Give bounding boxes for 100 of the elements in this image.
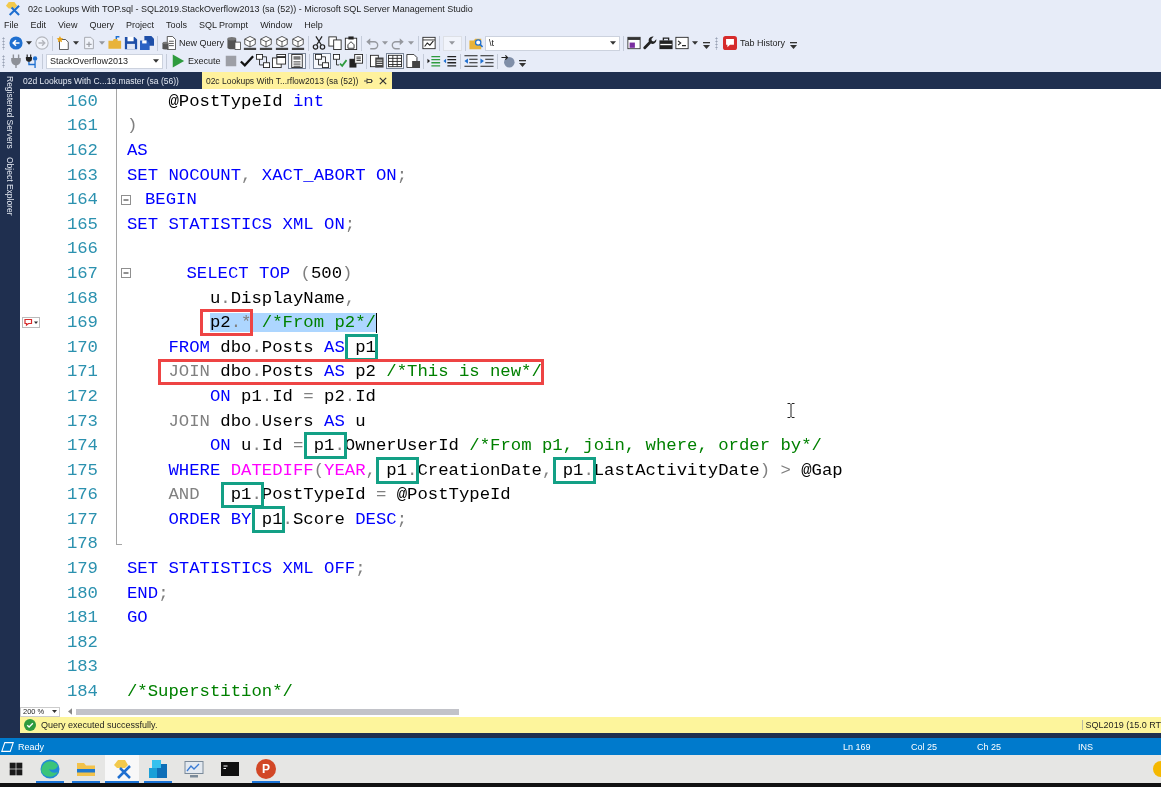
- caret-icon[interactable]: [692, 41, 698, 45]
- plug-branch-icon[interactable]: [25, 54, 39, 68]
- caret-icon[interactable]: [26, 41, 32, 45]
- arrow-circle-icon[interactable]: [500, 54, 515, 68]
- code-line: JOIN dbo.Users AS u: [167, 411, 366, 431]
- char-indicator: Ch 25: [977, 741, 1003, 752]
- check-icon[interactable]: [239, 54, 254, 68]
- new-query-button[interactable]: New Query: [160, 35, 226, 51]
- scroll-left-icon[interactable]: [68, 708, 72, 715]
- code-line: AND p1.PostTypeId = @PostTypeId: [167, 485, 511, 505]
- side-panel-tab[interactable]: Registered Servers: [4, 76, 15, 149]
- folded-page-icon[interactable]: [405, 54, 420, 68]
- indent-icon[interactable]: [479, 54, 494, 68]
- menu-item[interactable]: Edit: [26, 19, 52, 31]
- copy-icon[interactable]: [328, 36, 342, 50]
- toolbar-grip[interactable]: [2, 36, 5, 50]
- pin-icon[interactable]: [364, 76, 374, 85]
- chart-window-icon[interactable]: [422, 36, 436, 50]
- collapse-icon[interactable]: [120, 268, 131, 279]
- code-line: AS: [127, 141, 148, 160]
- caret-icon[interactable]: [52, 710, 57, 713]
- folder-search-icon[interactable]: [469, 36, 483, 50]
- line-number: 177: [65, 509, 98, 529]
- caret-icon[interactable]: [153, 59, 159, 63]
- overflow-icon[interactable]: [518, 60, 526, 67]
- tab-history-button[interactable]: Tab History: [721, 35, 788, 51]
- line-number: 173: [65, 411, 98, 431]
- database-page-icon[interactable]: [227, 36, 241, 50]
- code-line: ON u.Id = p1.OwnerUserId /*From p1, join, where, order by*/: [208, 436, 822, 456]
- menu-item[interactable]: File: [0, 19, 24, 31]
- speech-bubble-icon: [723, 36, 737, 50]
- linked-box-check-icon[interactable]: [332, 54, 347, 68]
- line-number: 175: [65, 460, 98, 480]
- line-number: 162: [65, 141, 98, 160]
- toolbox-icon[interactable]: [659, 36, 673, 50]
- cube-icon[interactable]: [275, 36, 289, 50]
- terminal-icon[interactable]: [675, 36, 689, 50]
- execute-button[interactable]: Execute: [169, 53, 223, 69]
- code-line: FROM dbo.Posts AS p1: [167, 337, 376, 357]
- close-icon[interactable]: [379, 76, 388, 85]
- code-line: ): [127, 116, 138, 136]
- app-logo-icon: [5, 1, 20, 16]
- folder-arrow-icon[interactable]: [108, 36, 122, 50]
- console-icon: [220, 759, 240, 779]
- code-line: BEGIN: [145, 190, 197, 210]
- wrench-icon[interactable]: [643, 36, 657, 50]
- save-all-icon[interactable]: [140, 36, 154, 50]
- menu-item[interactable]: Help: [300, 19, 328, 31]
- menu-item[interactable]: Project: [121, 19, 159, 31]
- overflow-icon[interactable]: [703, 42, 710, 49]
- menu-item[interactable]: View: [54, 19, 83, 31]
- lines-left-arrow-icon[interactable]: [442, 54, 457, 68]
- cube-icon[interactable]: [291, 36, 305, 50]
- scrollbar-thumb[interactable]: [76, 708, 459, 715]
- cube-icon[interactable]: [259, 36, 273, 50]
- code-line: WHERE DATEDIFF(YEAR, p1.CreationDate, p1.LastActivityDate) > @Gap: [167, 460, 843, 480]
- line-number: 165: [65, 214, 98, 234]
- caret-icon[interactable]: [73, 41, 79, 45]
- document-tab[interactable]: 02d Lookups With C...19.master (sa (56)): [20, 72, 195, 89]
- side-panel-tab[interactable]: Object Explorer: [4, 156, 15, 216]
- column-indicator: Col 25: [911, 741, 938, 752]
- line-number: 161: [65, 116, 98, 136]
- linked-boxes-icon[interactable]: [255, 54, 270, 68]
- toolbar-grip[interactable]: [2, 54, 5, 68]
- database-dropdown[interactable]: StackOverflow2013: [46, 53, 163, 69]
- clipboard-icon[interactable]: [344, 36, 358, 50]
- play-icon: [171, 54, 185, 68]
- line-number: 174: [65, 436, 98, 456]
- save-icon[interactable]: [124, 36, 138, 50]
- stacked-windows-icon[interactable]: [271, 54, 286, 68]
- database-document-icon: [162, 36, 176, 50]
- document-tab[interactable]: 02c Lookups With T...rflow2013 (sa (52)): [201, 72, 393, 89]
- toolbar-grip[interactable]: [715, 36, 718, 50]
- code-line: SET NOCOUNT, XACT_ABORT ON;: [127, 165, 407, 185]
- line-number: 170: [65, 337, 98, 357]
- scissors-icon[interactable]: [312, 36, 326, 50]
- overlapping-pages-icon[interactable]: [348, 54, 363, 68]
- taskbar-app[interactable]: P: [249, 755, 283, 783]
- menu-item[interactable]: SQL Prompt: [194, 19, 254, 31]
- stacked-boxes-icon: [148, 759, 168, 779]
- code-line: @PostTypeId int: [167, 91, 325, 111]
- code-line: ORDER BY p1.Score DESC;: [167, 509, 408, 529]
- collapse-icon[interactable]: [120, 194, 131, 205]
- overflow-icon[interactable]: [790, 42, 798, 49]
- menu-item[interactable]: Tools: [161, 19, 192, 31]
- success-icon: [24, 719, 36, 731]
- start-icon[interactable]: [9, 762, 23, 776]
- outdent-icon[interactable]: [463, 54, 478, 68]
- menu-item[interactable]: Query: [85, 19, 119, 31]
- line-indicator: Ln 169: [843, 741, 872, 752]
- back-arrow-icon[interactable]: [9, 36, 23, 50]
- find-dropdown[interactable]: \t: [485, 35, 620, 51]
- cube-icon[interactable]: [243, 36, 257, 50]
- caret-icon[interactable]: [610, 41, 616, 45]
- comment-bubble-icon[interactable]: [22, 317, 40, 329]
- menu-item[interactable]: Window: [256, 19, 298, 31]
- star-document-icon[interactable]: [56, 36, 70, 50]
- window-icon[interactable]: [627, 36, 641, 50]
- line-number: 184: [65, 682, 98, 702]
- text-page-icon[interactable]: [369, 54, 384, 68]
